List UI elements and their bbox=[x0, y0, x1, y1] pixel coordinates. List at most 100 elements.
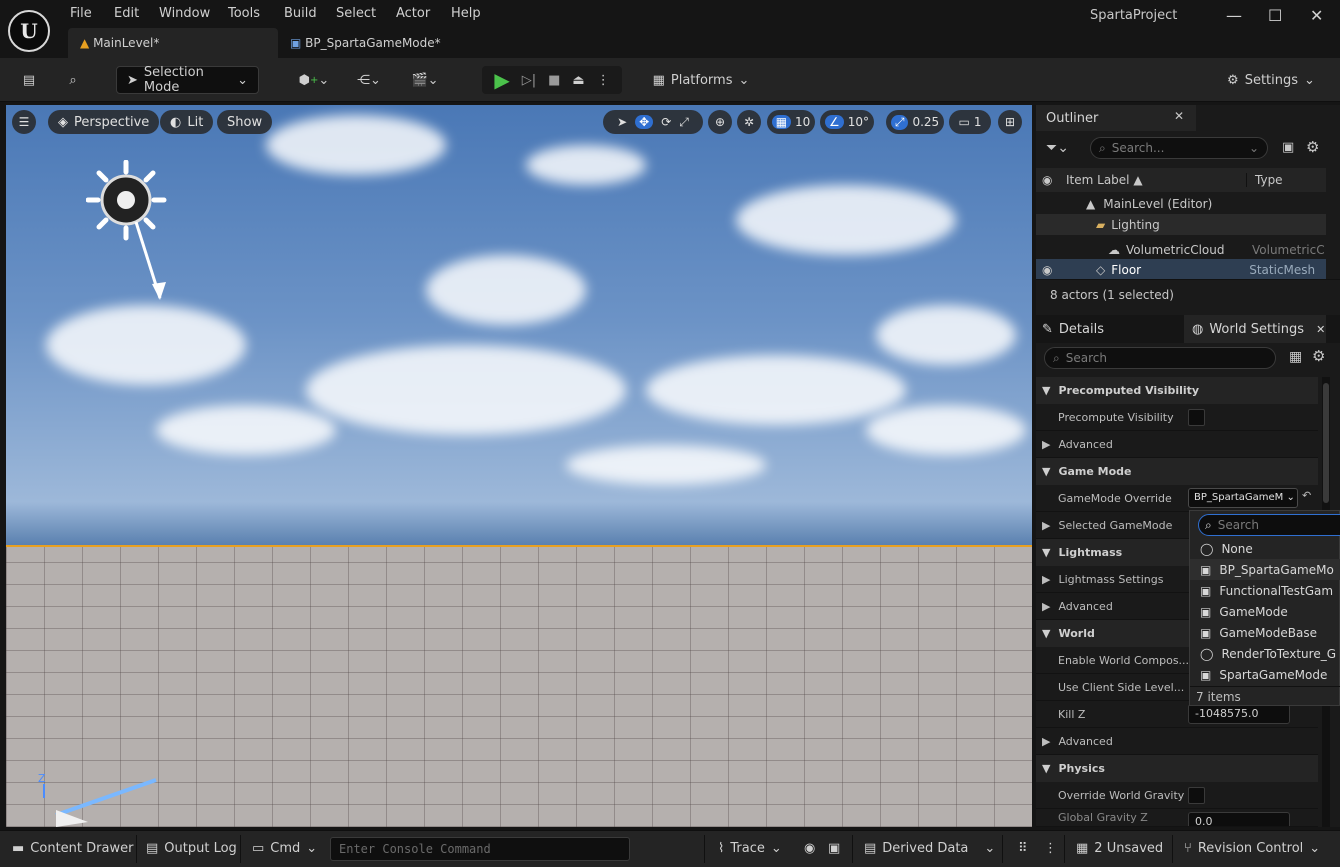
settings-dropdown[interactable]: ⚙ Settings ⌄ bbox=[1226, 66, 1316, 94]
add-actor-icon[interactable]: ⬢ + ⌄ bbox=[296, 66, 332, 94]
outliner-row-selected[interactable]: ◉ ◇ Floor StaticMesh bbox=[1036, 259, 1326, 280]
output-log-button[interactable]: ▤ Output Log bbox=[146, 841, 237, 856]
rotate-tool-icon[interactable]: ⟳ bbox=[661, 115, 671, 129]
menu-actor[interactable]: Actor bbox=[396, 6, 430, 21]
console-command-input[interactable]: Enter Console Command bbox=[330, 837, 630, 861]
category-precomputed-visibility[interactable]: ▼ Precomputed Visibility bbox=[1036, 377, 1318, 404]
gear-icon[interactable]: ⚙ bbox=[1306, 138, 1319, 156]
stop-icon[interactable]: ■ bbox=[548, 73, 560, 88]
close-icon[interactable]: ✕ bbox=[1316, 323, 1325, 336]
menu-edit[interactable]: Edit bbox=[114, 6, 139, 21]
content-browse-icon[interactable]: ⌕ bbox=[60, 66, 86, 94]
grid-snap-toggle[interactable]: ▦ 10 bbox=[767, 110, 815, 134]
precompute-visibility-checkbox[interactable] bbox=[1188, 408, 1205, 426]
platforms-dropdown[interactable]: ▦ Platforms ⌄ bbox=[652, 66, 750, 94]
dropdown-item[interactable]: ▣ FunctionalTestGam bbox=[1190, 580, 1340, 601]
visibility-icon[interactable]: ◉ bbox=[1042, 263, 1096, 277]
more-options-icon[interactable]: ⋮ bbox=[597, 73, 610, 88]
column-item-label[interactable]: Item Label ▲ bbox=[1066, 173, 1246, 187]
dropdown-item[interactable]: ▣ SpartaGameMode bbox=[1190, 664, 1340, 685]
scale-snap-toggle[interactable]: ⤢ 0.25 bbox=[886, 110, 944, 134]
record-icon[interactable]: ◉ bbox=[804, 841, 815, 856]
step-icon[interactable]: ▷| bbox=[522, 73, 536, 88]
cinematics-icon[interactable]: 🎬⌄ bbox=[406, 66, 444, 94]
trace-label: Trace bbox=[730, 841, 765, 856]
menu-tools[interactable]: Tools bbox=[228, 6, 260, 21]
blueprint-menu-icon[interactable]: ⋲⌄ bbox=[350, 66, 388, 94]
visibility-icon[interactable]: ◉ bbox=[1042, 173, 1066, 187]
perspective-label: Perspective bbox=[74, 114, 150, 130]
unsaved-button[interactable]: ▦ 2 Unsaved bbox=[1076, 841, 1163, 856]
cmd-dropdown[interactable]: ▭ Cmd ⌄ bbox=[252, 841, 317, 856]
outliner-search-input[interactable]: ⌕ Search... ⌄ bbox=[1090, 137, 1268, 159]
play-icon[interactable]: ▶ bbox=[494, 68, 509, 92]
dropdown-item[interactable]: ▣ GameModeBase bbox=[1190, 622, 1340, 643]
move-tool-icon[interactable]: ✥ bbox=[635, 115, 654, 129]
chevron-down-icon: ⌄ bbox=[1248, 141, 1259, 155]
tab-bp-sparta-gamemode[interactable]: ▣ BP_SpartaGameMode* bbox=[278, 28, 478, 58]
category-physics[interactable]: ▼ Physics bbox=[1036, 755, 1318, 782]
minimize-icon[interactable]: — bbox=[1226, 6, 1242, 25]
save-icon[interactable]: ▤ bbox=[16, 66, 42, 94]
dropdown-item[interactable]: ◯ RenderToTexture_G bbox=[1190, 643, 1340, 664]
menu-build[interactable]: Build bbox=[284, 6, 317, 21]
more-options-icon[interactable]: ⋮ bbox=[1044, 841, 1057, 856]
level-viewport[interactable]: Z ☰ ◈ Perspective ◐ Lit Show ➤ ✥ ⟳ ⤢ ⊕ ✲… bbox=[6, 105, 1032, 827]
table-view-icon[interactable]: ▦ bbox=[1289, 349, 1302, 365]
rotation-snap-toggle[interactable]: ∠ 10° bbox=[820, 110, 874, 134]
menu-window[interactable]: Window bbox=[159, 6, 210, 21]
outliner-row[interactable]: ▲ MainLevel (Editor) bbox=[1036, 193, 1326, 214]
dropdown-item[interactable]: ▣ BP_SpartaGameMo bbox=[1190, 559, 1340, 580]
close-icon[interactable]: ✕ bbox=[1174, 109, 1184, 123]
menu-select[interactable]: Select bbox=[336, 6, 376, 21]
world-space-icon[interactable]: ⊕ bbox=[708, 110, 732, 134]
menu-file[interactable]: File bbox=[70, 6, 92, 21]
cloud-icon: ☁ bbox=[1108, 242, 1120, 257]
select-tool-icon[interactable]: ➤ bbox=[617, 115, 627, 129]
column-type[interactable]: Type bbox=[1246, 173, 1283, 187]
tab-mainlevel[interactable]: ▲ MainLevel* bbox=[68, 28, 278, 58]
dropdown-item[interactable]: ▣ GameMode bbox=[1190, 601, 1340, 622]
filter-icon[interactable]: ⏷⌄ bbox=[1046, 140, 1069, 156]
outliner-row[interactable]: ▰ Lighting bbox=[1036, 214, 1326, 235]
tab-details[interactable]: ✎ Details bbox=[1042, 315, 1104, 343]
viewport-layout-icon[interactable]: ⊞ bbox=[998, 110, 1022, 134]
trace-dropdown[interactable]: ⌇ Trace ⌄ bbox=[718, 841, 782, 856]
derived-data-dropdown[interactable]: ▤ Derived Data ⌄ bbox=[864, 841, 995, 856]
selection-mode-dropdown[interactable]: ➤ Selection Mode ⌄ bbox=[116, 65, 259, 95]
gear-icon[interactable]: ⚙ bbox=[1312, 347, 1325, 365]
show-button[interactable]: Show bbox=[217, 110, 273, 134]
outliner-row[interactable]: ☁ VolumetricCloud VolumetricC bbox=[1036, 239, 1326, 260]
content-drawer-button[interactable]: ▬ Content Drawer bbox=[12, 841, 133, 856]
category-game-mode[interactable]: ▼ Game Mode bbox=[1036, 458, 1318, 485]
kill-z-input[interactable]: -1048575.0 bbox=[1188, 704, 1290, 724]
advanced-expander[interactable]: ▶ Advanced bbox=[1036, 728, 1318, 755]
lit-button[interactable]: ◐ Lit bbox=[160, 110, 214, 134]
network-icon[interactable]: ⠿ bbox=[1018, 841, 1028, 856]
dropdown-item-none[interactable]: ◯ None bbox=[1190, 538, 1340, 559]
maximize-icon[interactable]: ☐ bbox=[1268, 6, 1282, 25]
viewport-menu-icon[interactable]: ☰ bbox=[12, 110, 36, 134]
cloud bbox=[876, 305, 1016, 365]
snapshot-icon[interactable]: ▣ bbox=[828, 841, 840, 856]
unreal-logo[interactable]: U bbox=[8, 10, 50, 52]
details-search-input[interactable]: ⌕ Search bbox=[1044, 347, 1276, 369]
dropdown-search-input[interactable]: ⌕ Search bbox=[1198, 514, 1340, 536]
perspective-button[interactable]: ◈ Perspective bbox=[48, 110, 160, 134]
scale-tool-icon[interactable]: ⤢ bbox=[679, 115, 689, 130]
reset-arrow-icon[interactable]: ↶ bbox=[1302, 489, 1311, 502]
close-icon[interactable]: ✕ bbox=[1310, 6, 1323, 25]
camera-speed-button[interactable]: ▭ 1 bbox=[949, 110, 991, 134]
menu-help[interactable]: Help bbox=[451, 6, 481, 21]
gamemode-override-combo[interactable]: BP_SpartaGameM ⌄ bbox=[1188, 488, 1298, 508]
revision-control-dropdown[interactable]: ⑂ Revision Control ⌄ bbox=[1184, 841, 1320, 856]
row-type: VolumetricC bbox=[1252, 242, 1325, 257]
tab-world-settings[interactable]: ◍ World Settings ✕ bbox=[1184, 315, 1326, 343]
override-gravity-checkbox[interactable] bbox=[1188, 786, 1205, 804]
global-gravity-input[interactable]: 0.0 bbox=[1188, 812, 1290, 826]
directional-light-icon[interactable] bbox=[86, 160, 186, 300]
eject-icon[interactable]: ⏏ bbox=[572, 73, 584, 88]
surface-snap-icon[interactable]: ✲ bbox=[737, 110, 761, 134]
add-folder-icon[interactable]: ▣ bbox=[1282, 140, 1294, 155]
advanced-expander[interactable]: ▶ Advanced bbox=[1036, 431, 1318, 458]
